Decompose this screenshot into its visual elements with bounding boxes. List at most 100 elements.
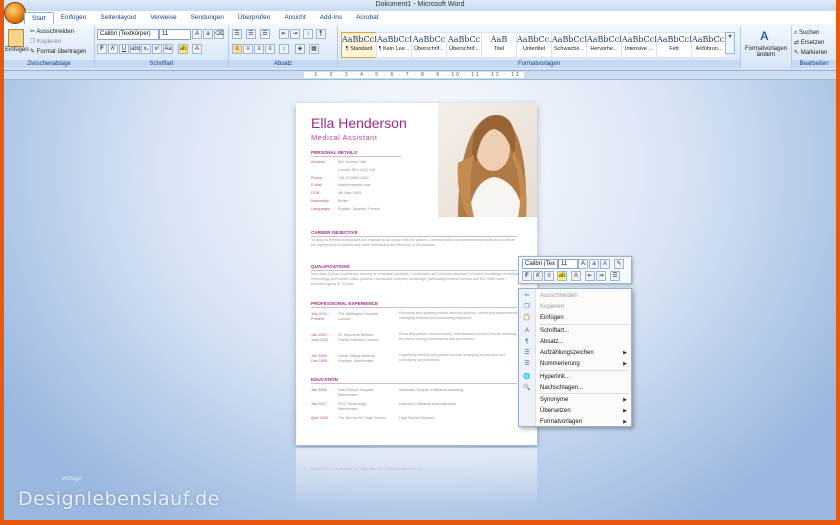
show-marks-button[interactable]: ¶ (316, 29, 326, 39)
underline-button[interactable]: U (119, 44, 129, 54)
menu-item-label: Formatvorlagen (540, 419, 583, 425)
line-spacing-button[interactable]: ↨ (279, 44, 289, 54)
numbering-button[interactable]: ☰ (246, 29, 256, 39)
mini-styles-button[interactable]: A (600, 259, 610, 269)
mini-shrink-font-button[interactable]: a (589, 259, 599, 269)
experience-heading: PROFESSIONAL EXPERIENCE (311, 301, 379, 306)
context-menu-item[interactable]: ✂ Ausschneiden (519, 291, 631, 302)
select-icon: ↖ (794, 50, 801, 56)
context-menu-item[interactable]: Synonyme ▶ (519, 395, 631, 406)
bold-button[interactable]: F (97, 44, 107, 54)
tab-sendungen[interactable]: Sendungen (184, 12, 231, 24)
align-center-button[interactable]: ≡ (243, 44, 253, 54)
paste-icon[interactable] (8, 29, 24, 47)
font-size-combo[interactable]: 11 (159, 29, 191, 40)
mini-grow-font-button[interactable]: A (578, 259, 588, 269)
tab-einfuegen[interactable]: Einfügen (54, 12, 94, 24)
mini-bullets-button[interactable]: ☰ (610, 271, 620, 281)
tab-addins[interactable]: Add-Ins (313, 12, 349, 24)
experience-date: Present (311, 317, 325, 321)
education-p1: The Burnes NC High School (338, 416, 386, 420)
tab-verweise[interactable]: Verweise (143, 12, 183, 24)
styles-group: AaBbCcDc ¶ Standard AaBbCcDc ¶ Kein Lee... A… (338, 26, 741, 68)
style-item[interactable]: AaBbCcDc ¶ Kein Lee... (376, 32, 420, 58)
qualifications-heading: QUALIFICATIONS (311, 264, 350, 269)
tab-seitenlayout[interactable]: Seitenlayout (93, 12, 143, 24)
context-menu-item[interactable]: A Schriftart... (519, 326, 631, 337)
format-painter-button[interactable]: ✎ Format übertragen (30, 48, 86, 56)
highlight-button[interactable]: ab (178, 44, 188, 54)
style-item[interactable]: AaBbCcDc Intensive ... (621, 32, 665, 58)
increase-indent-button[interactable]: ⇥ (290, 29, 300, 39)
style-item[interactable]: AaBbCc Überschrif... (446, 32, 482, 58)
menu-item-icon: 🌐 (523, 374, 531, 380)
style-item[interactable]: AaBbCcDc Schwache... (551, 32, 595, 58)
grow-font-button[interactable]: A (192, 29, 202, 39)
font-color-button[interactable]: A (192, 44, 202, 54)
office-button[interactable] (4, 2, 26, 24)
personal-details-heading: PERSONAL DETAILS (311, 150, 358, 155)
borders-button[interactable]: ▦ (309, 44, 319, 54)
horizontal-ruler[interactable]: · 1 · 2 · 3 · 4 · 5 · 6 · 7 · 8 · 9 · 10… (4, 71, 836, 86)
tab-start[interactable]: Start (24, 12, 54, 24)
clear-format-button[interactable]: ⌫ (214, 29, 224, 39)
tab-ueberpruefen[interactable]: Überprüfen (231, 12, 278, 24)
mini-font-color-button[interactable]: A (571, 271, 581, 281)
superscript-button[interactable]: x² (152, 44, 162, 54)
case-button[interactable]: Aa (163, 44, 173, 54)
find-button[interactable]: ⌕ Suchen (794, 29, 819, 37)
style-item[interactable]: AaBbCcDc ¶ Standard (341, 32, 385, 58)
style-item[interactable]: AaB Titel (481, 32, 517, 58)
mini-decrease-indent-button[interactable]: ⇤ (585, 271, 595, 281)
context-menu-item[interactable]: 🌐 Hyperlink... (519, 372, 631, 383)
mini-format-painter-button[interactable]: ✎ (614, 259, 624, 269)
style-item[interactable]: AaBbCcDc Anführun... (691, 32, 735, 58)
paste-button[interactable]: Einfügen (5, 46, 29, 54)
styles-more-button[interactable]: ▾ (725, 32, 735, 54)
strikethrough-button[interactable]: abc (130, 44, 141, 54)
align-right-button[interactable]: ≡ (254, 44, 264, 54)
context-menu-item[interactable]: ❐ Kopieren (519, 302, 631, 313)
font-name-combo[interactable]: Calibri (Textkörper) (97, 29, 159, 40)
align-left-button[interactable]: ≡ (232, 44, 242, 54)
style-item[interactable]: AaBbCc Überschrif... (411, 32, 447, 58)
mini-bold-button[interactable]: F (522, 271, 532, 281)
style-item[interactable]: AaBbCc. Untertitel (516, 32, 552, 58)
style-name: Überschrif... (414, 46, 444, 52)
select-button[interactable]: ↖ Markieren (794, 49, 827, 57)
watermark: Designlebenslauf.de (18, 488, 220, 510)
tab-ansicht[interactable]: Ansicht (277, 12, 312, 24)
shading-button[interactable]: ◈ (295, 44, 305, 54)
bullets-button[interactable]: ☰ (232, 29, 242, 39)
cut-button[interactable]: ✂ Ausschneiden (30, 28, 74, 36)
menu-item-icon: ☰ (524, 361, 530, 367)
subscript-button[interactable]: x₂ (141, 44, 151, 54)
context-menu-item[interactable]: 📋 Einfügen (519, 313, 631, 324)
mini-center-button[interactable]: ≡ (544, 271, 554, 281)
context-menu-item[interactable]: Übersetzen ▶ (519, 406, 631, 417)
document-page[interactable]: Ella Henderson Medical Assistant PERSONA… (296, 103, 537, 445)
mini-font-combo[interactable]: Calibri (Tex (522, 259, 558, 269)
context-menu-item[interactable]: ☰ Aufzählungszeichen ▶ (519, 348, 631, 359)
mini-highlight-button[interactable]: ab (557, 271, 567, 281)
portrait-image (457, 115, 527, 217)
multilevel-button[interactable]: ☰ (260, 29, 270, 39)
italic-button[interactable]: K (108, 44, 118, 54)
style-item[interactable]: AaBbCcDc Hervorhe... (586, 32, 630, 58)
copy-button[interactable]: ❐ Kopieren (30, 38, 61, 46)
mini-increase-indent-button[interactable]: ⇥ (596, 271, 606, 281)
justify-button[interactable]: ≡ (265, 44, 275, 54)
replace-button[interactable]: ⇄ Ersetzen (794, 39, 824, 47)
change-styles-button[interactable]: Formatvorlagen ändern (741, 46, 791, 58)
context-menu-item[interactable]: ☰ Nummerierung ▶ (519, 359, 631, 370)
decrease-indent-button[interactable]: ⇤ (279, 29, 289, 39)
context-menu-item[interactable]: Formatvorlagen ▶ (519, 417, 631, 428)
style-item[interactable]: AaBbCcDc Fett (656, 32, 700, 58)
shrink-font-button[interactable]: a (203, 29, 213, 39)
divider (311, 307, 517, 308)
tab-acrobat[interactable]: Acrobat (349, 12, 385, 24)
sort-button[interactable]: ↕ (303, 29, 313, 39)
mini-size-combo[interactable]: 11 (558, 259, 578, 269)
mini-italic-button[interactable]: K (533, 271, 543, 281)
context-menu-item[interactable]: ¶ Absatz... (519, 337, 631, 348)
